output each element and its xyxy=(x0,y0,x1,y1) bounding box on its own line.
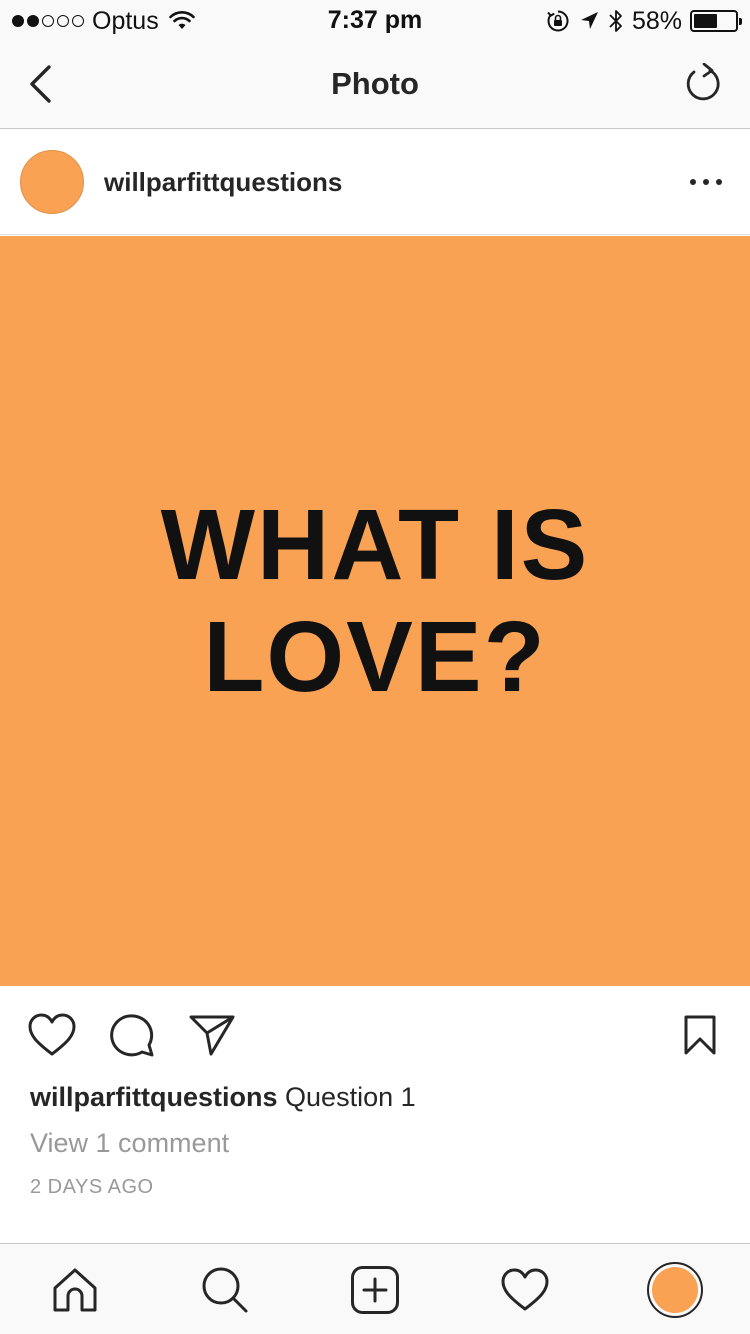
more-icon xyxy=(690,179,696,185)
battery-icon xyxy=(690,10,742,32)
heart-icon xyxy=(501,1268,549,1311)
tab-search[interactable] xyxy=(197,1262,253,1318)
post-actions xyxy=(0,986,750,1082)
wifi-icon xyxy=(168,11,195,29)
save-button[interactable] xyxy=(676,1012,724,1058)
tab-home[interactable] xyxy=(47,1262,103,1318)
comment-button[interactable] xyxy=(108,1012,156,1058)
status-bar: Optus 7:37 pm 58% xyxy=(0,0,750,40)
bookmark-icon xyxy=(684,1015,716,1055)
tab-bar xyxy=(0,1243,750,1334)
back-button[interactable] xyxy=(18,60,62,108)
location-arrow-icon xyxy=(580,12,598,29)
navigation-bar: Photo xyxy=(0,40,750,129)
refresh-icon xyxy=(686,63,720,101)
status-left: Optus xyxy=(12,6,195,36)
post-image-text-line1: WHAT IS xyxy=(160,489,590,601)
tab-profile[interactable] xyxy=(647,1262,703,1318)
carrier-name: Optus xyxy=(92,6,159,35)
bluetooth-icon xyxy=(609,10,622,32)
signal-strength-icon xyxy=(12,15,84,27)
post-image-text: WHAT IS LOVE? xyxy=(161,489,590,713)
page-title: Photo xyxy=(331,66,419,101)
status-right: 58% xyxy=(546,6,742,36)
post-username[interactable]: willparfittquestions xyxy=(104,167,342,198)
chevron-left-icon xyxy=(30,65,51,103)
post-image[interactable]: WHAT IS LOVE? xyxy=(0,236,750,986)
like-button[interactable] xyxy=(28,1012,76,1058)
search-icon xyxy=(202,1267,248,1313)
battery-level xyxy=(694,14,718,28)
more-options-button[interactable] xyxy=(690,167,722,197)
tab-add[interactable] xyxy=(347,1262,403,1318)
heart-icon xyxy=(28,1013,76,1056)
orientation-lock-icon xyxy=(547,10,569,32)
caption-text: Question 1 xyxy=(285,1082,416,1112)
post-image-text-line2: LOVE? xyxy=(203,601,547,713)
refresh-button[interactable] xyxy=(680,60,728,108)
profile-avatar xyxy=(647,1262,703,1318)
home-icon xyxy=(53,1268,97,1312)
caption-username[interactable]: willparfittquestions xyxy=(30,1082,278,1112)
tab-activity[interactable] xyxy=(497,1262,553,1318)
share-button[interactable] xyxy=(188,1012,236,1058)
avatar[interactable] xyxy=(20,150,84,214)
view-comments-link[interactable]: View 1 comment xyxy=(30,1128,229,1159)
battery-percent: 58% xyxy=(631,6,682,35)
post-caption: willparfittquestions Question 1 xyxy=(30,1082,416,1113)
share-icon xyxy=(189,1015,235,1056)
add-icon xyxy=(351,1266,399,1314)
comment-icon xyxy=(110,1014,154,1057)
post-timestamp: 2 DAYS AGO xyxy=(30,1176,154,1198)
post-header: willparfittquestions xyxy=(0,129,750,235)
